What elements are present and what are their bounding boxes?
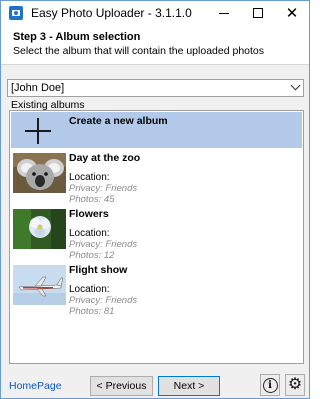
koala-thumbnail: [13, 153, 66, 193]
flower-thumbnail: [13, 209, 66, 249]
album-item-flowers[interactable]: Flowers Location: Privacy: Friends Photo…: [11, 205, 302, 261]
album-location: Location:: [69, 228, 110, 239]
close-icon: ✕: [285, 4, 299, 22]
album-item-flight-show[interactable]: Flight show Location: Privacy: Friends P…: [11, 261, 302, 317]
window-title: Easy Photo Uploader - 3.1.1.0: [31, 6, 192, 20]
info-button[interactable]: i: [260, 374, 280, 396]
close-button[interactable]: ✕: [275, 1, 309, 25]
airplane-thumbnail: [13, 265, 66, 305]
wizard-header: Step 3 - Album selection Select the albu…: [1, 25, 309, 65]
album-location: Location:: [69, 172, 110, 183]
album-name: Flight show: [69, 264, 128, 276]
album-name: Flowers: [69, 208, 109, 220]
previous-button[interactable]: < Previous: [90, 376, 153, 396]
album-photo-count: Photos: 81: [69, 306, 115, 317]
next-button[interactable]: Next >: [158, 376, 220, 396]
gear-icon: ⚙: [287, 376, 303, 393]
title-bar[interactable]: Easy Photo Uploader - 3.1.1.0 ✕: [1, 1, 309, 25]
step-description: Select the album that will contain the u…: [13, 45, 265, 57]
album-photo-count: Photos: 12: [69, 250, 115, 261]
info-icon: i: [262, 377, 278, 393]
account-select[interactable]: [John Doe]: [7, 79, 304, 97]
app-icon: [9, 6, 23, 20]
plus-icon: [25, 118, 51, 144]
album-name: Create a new album: [69, 115, 168, 127]
album-name: Day at the zoo: [69, 152, 141, 164]
album-privacy: Privacy: Friends: [69, 239, 138, 250]
album-location: Location:: [69, 284, 110, 295]
maximize-icon: [253, 8, 263, 18]
album-photo-count: Photos: 45: [69, 194, 115, 205]
album-list[interactable]: Create a new album Day at the zoo Locati…: [9, 110, 304, 364]
chevron-down-icon[interactable]: [290, 80, 301, 91]
settings-button[interactable]: ⚙: [285, 374, 305, 396]
album-privacy: Privacy: Friends: [69, 183, 138, 194]
album-item-create-new[interactable]: Create a new album: [11, 112, 302, 148]
maximize-button[interactable]: [241, 1, 275, 25]
minimize-icon: [219, 12, 229, 14]
album-item-day-at-the-zoo[interactable]: Day at the zoo Location: Privacy: Friend…: [11, 149, 302, 205]
album-privacy: Privacy: Friends: [69, 295, 138, 306]
minimize-button[interactable]: [207, 1, 241, 25]
app-window: Easy Photo Uploader - 3.1.1.0 ✕ Step 3 -…: [0, 0, 310, 399]
account-select-value: [John Doe]: [11, 82, 65, 94]
step-title: Step 3 - Album selection: [13, 31, 141, 43]
homepage-link[interactable]: HomePage: [9, 380, 62, 392]
